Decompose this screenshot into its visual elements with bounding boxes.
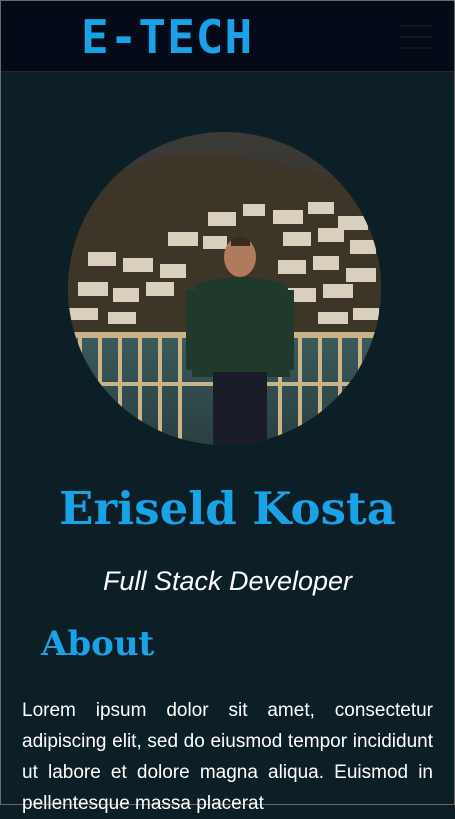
hamburger-menu-icon[interactable] bbox=[400, 25, 432, 49]
profile-role: Full Stack Developer bbox=[102, 566, 353, 596]
about-heading: About bbox=[41, 624, 155, 664]
profile-photo bbox=[68, 132, 381, 445]
site-logo[interactable]: E-TECH bbox=[81, 9, 253, 65]
about-text: Lorem ipsum dolor sit amet, consectetur … bbox=[22, 700, 433, 814]
navbar: E-TECH bbox=[1, 1, 454, 72]
profile-name: Eriseld Kosta bbox=[59, 482, 396, 535]
